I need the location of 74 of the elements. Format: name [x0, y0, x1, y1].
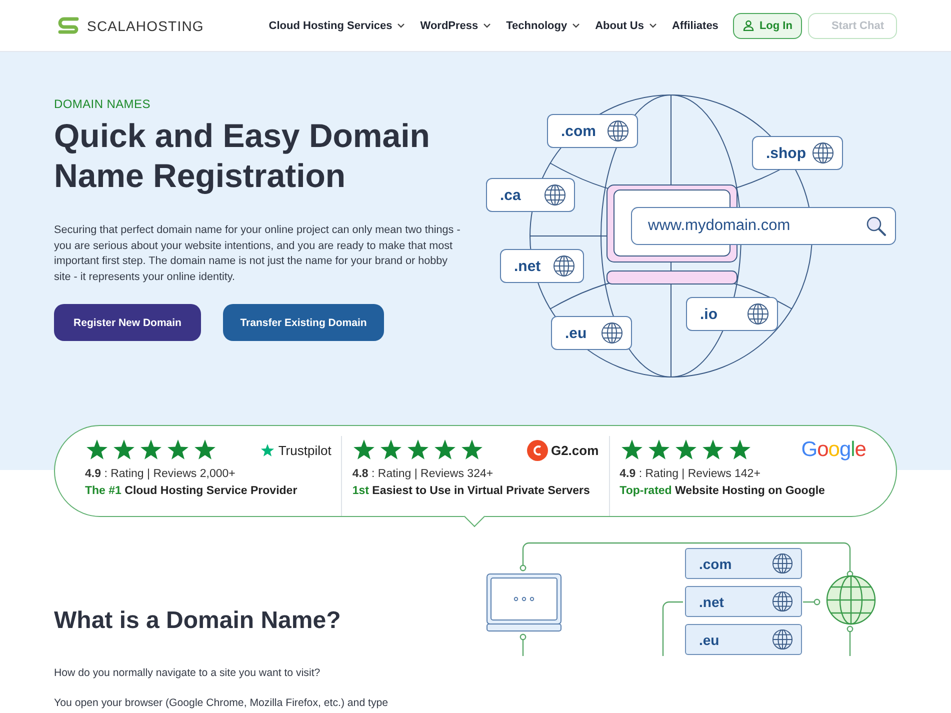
body-text: You open your browser (Google Chrome, Mozilla Firefox, etc.) and type	[54, 696, 390, 710]
connector-line	[803, 598, 820, 606]
globe-icon	[607, 120, 629, 142]
star-icon	[85, 438, 109, 462]
star-icon	[406, 438, 430, 462]
tld-label: .eu	[565, 324, 587, 342]
search-text: www.mydomain.com	[648, 217, 790, 235]
rating-text: 4.9 : Rating | Reviews 142+	[620, 468, 762, 480]
tld-label: .com	[561, 122, 596, 140]
nav-link[interactable]: Technology	[506, 20, 580, 32]
globe-icon	[553, 255, 575, 277]
hero-description: Securing that perfect domain name for your online project can only mean two things - you are serious about your website intentions, and you are ready to make that most important first step. The domain name is not just the name for your brand or hobby site - it represents your online identity.	[54, 223, 462, 285]
rating-tagline: The #1 Cloud Hosting Service Provider	[85, 485, 298, 497]
register-button[interactable]: Register New Domain	[54, 304, 201, 342]
brand-logo: Google	[801, 438, 866, 462]
nav-link[interactable]: Affiliates	[672, 20, 718, 32]
connector-line	[520, 634, 526, 656]
page-title: Quick and Easy Domain Name Registration	[54, 116, 431, 196]
rating-text: 4.9 : Rating | Reviews 2,000+	[85, 468, 236, 480]
nav-link[interactable]: WordPress	[420, 20, 492, 32]
globe-icon	[772, 629, 793, 650]
section-heading: What is a Domain Name?	[54, 607, 342, 635]
globe-icon	[772, 553, 793, 574]
logo-text[interactable]: SCALAHOSTING	[87, 18, 204, 34]
nav-link[interactable]: About Us	[595, 20, 657, 32]
tld-label: .net	[514, 258, 541, 274]
star-icon	[166, 438, 190, 462]
star-icon	[674, 438, 698, 462]
rating-text: 4.8 : Rating | Reviews 324+	[352, 468, 494, 480]
g2-logo-icon	[526, 440, 548, 460]
rating-tagline: Top-rated Website Hosting on Google	[620, 485, 826, 497]
star-icon	[139, 438, 163, 462]
eyebrow-text: DOMAIN NAMES	[54, 97, 152, 111]
tld-label: .io	[700, 306, 718, 322]
chevron-icon	[483, 23, 492, 28]
domain-search-field[interactable]: www.mydomain.com	[631, 207, 896, 245]
login-button[interactable]: Log In	[733, 12, 802, 38]
nav-link[interactable]: Cloud Hosting Services	[268, 20, 406, 32]
tld-label: .eu	[699, 632, 720, 648]
star-icon	[193, 438, 217, 462]
chevron-icon	[648, 23, 657, 28]
chevron-icon	[397, 23, 406, 28]
laptop-icon	[486, 573, 562, 633]
rating-tagline: 1st Easiest to Use in Virtual Private Servers	[352, 485, 591, 497]
brand-logo: G2.com	[550, 442, 599, 458]
star-icon	[728, 438, 752, 462]
user-icon	[743, 20, 754, 31]
connector-line	[846, 626, 854, 656]
tld-label: .ca	[500, 186, 521, 204]
star-icon	[260, 442, 276, 458]
body-text: How do you normally navigate to a site you want to visit?	[54, 666, 322, 680]
tld-label: .net	[699, 594, 724, 610]
globe-icon	[601, 322, 623, 344]
transfer-button[interactable]: Transfer Existing Domain	[223, 304, 384, 342]
star-icon	[433, 438, 458, 462]
connector-line	[662, 601, 683, 656]
star-icon	[379, 438, 404, 462]
star-icon	[700, 438, 725, 462]
star-icon	[460, 438, 484, 462]
logo-icon	[57, 16, 81, 36]
globe-icon	[747, 303, 769, 325]
star-icon	[112, 438, 136, 462]
globe-icon	[812, 142, 834, 164]
star-icon	[646, 438, 671, 462]
globe-icon	[772, 591, 793, 612]
globe-icon	[544, 184, 566, 206]
chevron-icon	[572, 23, 580, 28]
star-icon	[620, 438, 644, 462]
search-icon	[865, 215, 887, 237]
tld-label: .shop	[766, 144, 806, 162]
star-icon	[352, 438, 376, 462]
globe-icon	[826, 575, 876, 625]
brand-logo: Trustpilot	[278, 442, 332, 458]
tld-label: .com	[699, 556, 732, 572]
